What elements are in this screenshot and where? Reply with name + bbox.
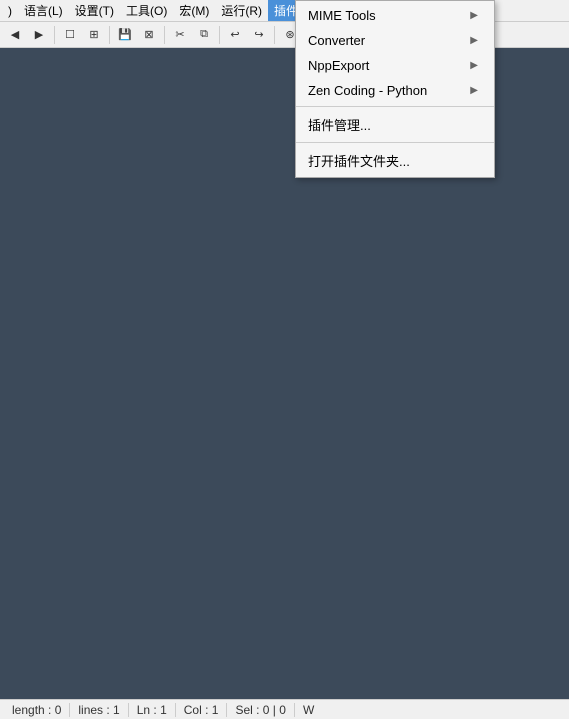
menubar-item-run[interactable]: 运行(R) [215, 0, 268, 21]
menu-item-nppexport-label: NppExport [308, 58, 369, 73]
statusbar: length : 0 lines : 1 Ln : 1 Col : 1 Sel … [0, 699, 569, 719]
menubar-item-tools[interactable]: 工具(O) [120, 0, 173, 21]
toolbar-copy-btn[interactable]: ⧉ [193, 24, 215, 46]
menu-item-open-plugin-folder[interactable]: 打开插件文件夹... [296, 146, 494, 175]
status-sel: Sel : 0 | 0 [227, 703, 294, 717]
toolbar-new-btn[interactable]: ☐ [59, 24, 81, 46]
toolbar-sep-2 [109, 26, 110, 44]
menu-item-nppexport-arrow: ▶ [470, 60, 478, 71]
menu-sep-1 [296, 106, 494, 107]
menubar-item-language[interactable]: 语言(L) [18, 0, 69, 21]
toolbar-back-btn[interactable]: ◀ [4, 24, 26, 46]
menu-item-mime-tools-label: MIME Tools [308, 8, 376, 23]
menu-item-plugin-manager[interactable]: 插件管理... [296, 110, 494, 139]
menubar-item-macro[interactable]: 宏(M) [173, 0, 215, 21]
menu-item-open-plugin-folder-label: 打开插件文件夹... [308, 151, 410, 170]
menubar-item-close[interactable]: ) [2, 2, 18, 20]
toolbar-undo-btn[interactable]: ↩ [224, 24, 246, 46]
toolbar-forward-btn[interactable]: ▶ [28, 24, 50, 46]
toolbar-sep-5 [274, 26, 275, 44]
status-lines: lines : 1 [70, 703, 128, 717]
toolbar-sep-1 [54, 26, 55, 44]
menu-item-zen-coding-arrow: ▶ [470, 85, 478, 96]
menu-item-zen-coding[interactable]: Zen Coding - Python ▶ [296, 78, 494, 103]
menu-item-mime-tools[interactable]: MIME Tools ▶ [296, 3, 494, 28]
menu-item-zen-coding-label: Zen Coding - Python [308, 83, 427, 98]
plugins-dropdown-menu: MIME Tools ▶ Converter ▶ NppExport ▶ Zen… [295, 0, 495, 178]
menu-item-nppexport[interactable]: NppExport ▶ [296, 53, 494, 78]
menu-item-converter-arrow: ▶ [470, 35, 478, 46]
menu-item-converter-label: Converter [308, 33, 365, 48]
toolbar-cut-btn[interactable]: ✂ [169, 24, 191, 46]
menubar-item-settings[interactable]: 设置(T) [69, 0, 120, 21]
toolbar-save-btn[interactable]: 💾 [114, 24, 136, 46]
menu-item-mime-tools-arrow: ▶ [470, 10, 478, 21]
toolbar-open-btn[interactable]: ⊞ [83, 24, 105, 46]
status-length: length : 0 [4, 703, 70, 717]
menu-item-converter[interactable]: Converter ▶ [296, 28, 494, 53]
status-extra: W [295, 703, 322, 717]
menu-sep-2 [296, 142, 494, 143]
status-col: Col : 1 [176, 703, 228, 717]
toolbar-sep-4 [219, 26, 220, 44]
toolbar-saveall-btn[interactable]: ⊠ [138, 24, 160, 46]
status-ln: Ln : 1 [129, 703, 176, 717]
toolbar-redo-btn[interactable]: ↪ [248, 24, 270, 46]
toolbar-sep-3 [164, 26, 165, 44]
menu-item-plugin-manager-label: 插件管理... [308, 115, 371, 134]
